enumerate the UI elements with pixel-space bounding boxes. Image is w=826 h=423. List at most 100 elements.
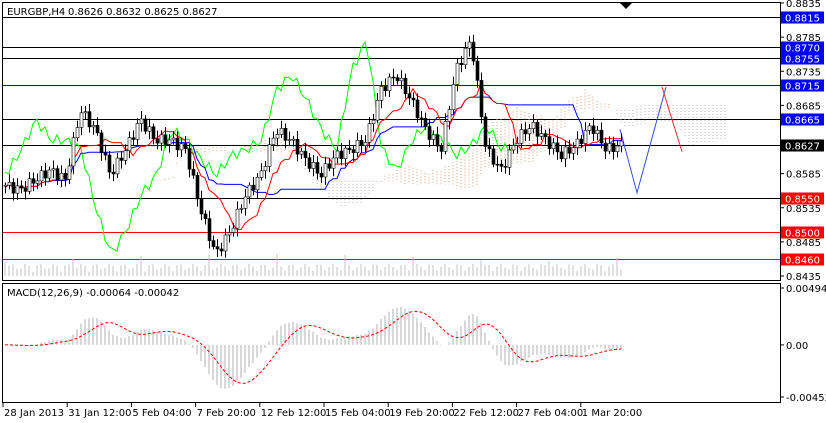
candle-body xyxy=(343,147,348,159)
candle-body xyxy=(519,129,524,144)
candle-body xyxy=(427,126,432,140)
candle-body xyxy=(375,100,380,121)
candle-body xyxy=(143,118,148,132)
candle-body xyxy=(531,122,536,129)
chart-window[interactable]: 0.8815 0.8770 0.8755 0.8715 0.8665 0.8627 0.85… xyxy=(0,0,826,423)
candle-body xyxy=(159,134,164,144)
candle-body xyxy=(455,62,460,85)
candle-body xyxy=(39,170,44,182)
candle-body xyxy=(479,80,484,118)
candle-body xyxy=(583,130,588,144)
candle-body xyxy=(599,129,604,144)
candle-body xyxy=(107,154,112,173)
candle-body xyxy=(71,137,76,167)
candle-body xyxy=(19,185,24,189)
candle-body xyxy=(59,173,64,181)
candle-body xyxy=(203,213,208,219)
candle-body xyxy=(483,116,488,147)
candle-body xyxy=(619,140,624,147)
candle-body xyxy=(207,218,212,241)
candle-body xyxy=(363,142,368,146)
candle-body xyxy=(331,157,336,169)
candle-body xyxy=(595,129,600,134)
candle-body xyxy=(467,41,472,49)
candle-body xyxy=(539,133,544,137)
price-tick-label: 0.8835 xyxy=(786,0,821,10)
candle-body xyxy=(371,119,376,124)
candle-body xyxy=(463,47,468,66)
projection-line-blue xyxy=(619,86,667,195)
time-tick-label: 19 Feb 20:00 xyxy=(389,408,455,419)
candle-body xyxy=(299,150,304,155)
candle-body xyxy=(255,177,260,191)
candle-body xyxy=(515,143,520,146)
candle-body xyxy=(31,178,36,184)
candle-body xyxy=(327,163,332,169)
candle-body xyxy=(391,76,396,79)
candle-body xyxy=(251,184,256,191)
candle-body xyxy=(475,60,480,81)
candle-body xyxy=(271,137,276,145)
candle-body xyxy=(103,152,108,156)
candle-body xyxy=(287,139,292,141)
candle-body xyxy=(439,145,444,152)
candle-body xyxy=(235,208,240,229)
candle-body xyxy=(175,137,180,151)
candle-body xyxy=(187,148,192,170)
candle-body xyxy=(339,150,344,159)
candle-body xyxy=(527,128,532,135)
chart-shift-marker[interactable] xyxy=(620,3,632,9)
candle-body xyxy=(543,133,548,137)
candle-body xyxy=(579,138,584,144)
candle-body xyxy=(119,157,124,161)
candle-body xyxy=(587,125,592,131)
candle-body xyxy=(279,127,284,135)
chart-canvas[interactable]: 0.88150.87700.87550.87150.86650.86270.85… xyxy=(0,0,826,423)
candle-body xyxy=(471,41,476,62)
candle-body xyxy=(167,139,172,145)
candle-body xyxy=(95,125,100,134)
candle-body xyxy=(275,134,280,139)
candle-body xyxy=(319,172,324,178)
candle-body xyxy=(239,207,244,210)
candle-body xyxy=(43,170,48,179)
candle-body xyxy=(459,62,464,66)
time-tick-label: 28 Jan 2013 xyxy=(4,408,64,419)
macd-tick-label: 0.00 xyxy=(786,341,808,352)
candle-body xyxy=(151,126,156,139)
time-tick-label: 7 Feb 20:00 xyxy=(197,408,256,419)
candle-body xyxy=(123,150,128,161)
candle-body xyxy=(447,109,452,122)
candle-body xyxy=(323,163,328,178)
candle-body xyxy=(135,123,140,140)
candle-body xyxy=(395,77,400,82)
candle-body xyxy=(603,142,608,152)
candle-body xyxy=(563,146,568,160)
candle-body xyxy=(83,111,88,114)
candle-body xyxy=(335,150,340,159)
candle-body xyxy=(247,184,252,198)
candle-body xyxy=(415,99,420,119)
candle-body xyxy=(575,138,580,148)
candle-body xyxy=(191,168,196,176)
candle-body xyxy=(435,134,440,147)
candle-body xyxy=(315,162,320,174)
level-price-text: 0.8665 xyxy=(785,116,820,127)
candle-body xyxy=(267,144,272,167)
candle-body xyxy=(347,147,352,150)
candle-body xyxy=(387,76,392,91)
price-tick-label: 0.8685 xyxy=(786,101,821,112)
candle-body xyxy=(23,187,28,192)
price-tick-label: 0.8535 xyxy=(786,204,821,215)
macd-panel-frame xyxy=(2,283,781,403)
level-price-text: 0.8815 xyxy=(785,14,820,25)
candle-body xyxy=(47,169,52,179)
time-tick-label: 12 Feb 12:00 xyxy=(261,408,327,419)
candle-body xyxy=(591,125,596,134)
candle-body xyxy=(407,93,412,99)
time-tick-label: 5 Feb 04:00 xyxy=(132,408,191,419)
candle-body xyxy=(231,227,236,233)
candle-body xyxy=(303,150,308,159)
candle-body xyxy=(419,117,424,120)
candle-body xyxy=(195,175,200,200)
